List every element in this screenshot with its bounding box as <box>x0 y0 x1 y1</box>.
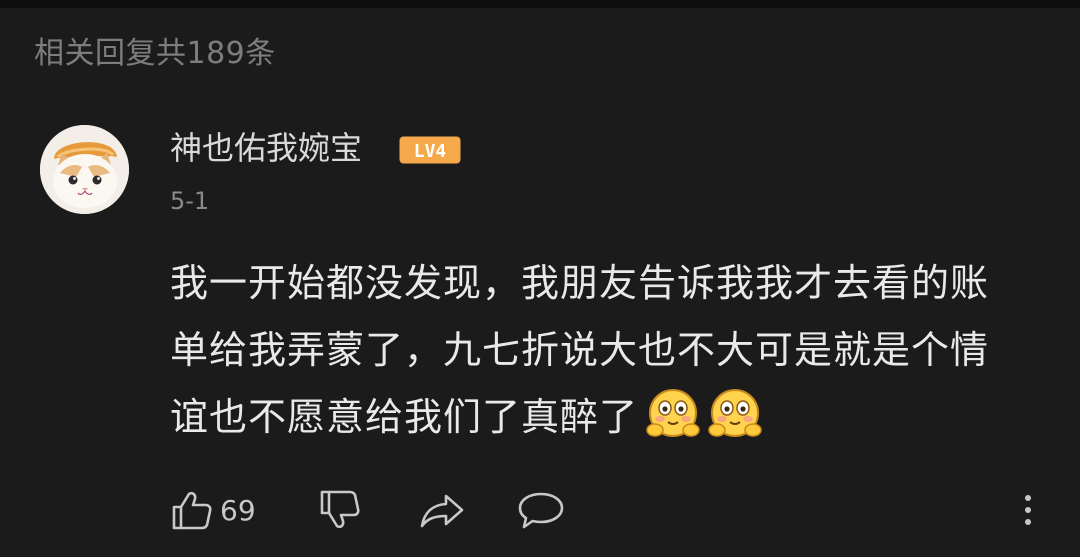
share-icon <box>420 494 464 528</box>
avatar[interactable] <box>40 125 129 214</box>
thumbs-down-icon <box>320 490 360 529</box>
more-icon <box>1025 495 1031 525</box>
comment-action-bar: 69 <box>0 482 1080 538</box>
username[interactable]: 神也佑我婉宝 <box>170 126 362 170</box>
comment-line: 谊也不愿意给我们了真醉了 <box>170 384 1050 451</box>
like-button[interactable]: 69 <box>170 482 256 538</box>
share-button[interactable] <box>418 482 466 538</box>
shy-face-emoji-icon <box>646 389 700 437</box>
cat-avatar-icon <box>40 125 129 214</box>
comment-thread-page: 相关回复共189条 神也佑我婉宝 LV4 5-1 我一开始都没发现，我朋友告诉我… <box>0 0 1080 557</box>
comment-text: 我一开始都没发现，我朋友告诉我我才去看的账 单给我弄蒙了，九七折说大也不大可是就… <box>170 250 1050 451</box>
comment-line-text: 谊也不愿意给我们了真醉了 <box>170 395 639 439</box>
reply-button[interactable] <box>516 482 566 538</box>
like-count: 69 <box>220 493 256 527</box>
more-options-button[interactable] <box>1016 482 1040 538</box>
dislike-button[interactable] <box>318 482 362 538</box>
level-badge-icon: LV4 <box>399 136 461 164</box>
top-divider <box>0 0 1080 8</box>
comment-icon <box>518 492 564 529</box>
level-badge-text: LV4 <box>414 141 447 162</box>
comment-date: 5-1 <box>170 187 210 215</box>
comment-line: 单给我弄蒙了，九七折说大也不大可是就是个情 <box>170 328 990 372</box>
thumbs-up-icon <box>172 491 212 530</box>
shy-face-emoji-icon <box>708 389 762 437</box>
comment-line: 我一开始都没发现，我朋友告诉我我才去看的账 <box>170 261 990 305</box>
reply-count-header: 相关回复共189条 <box>34 36 276 71</box>
